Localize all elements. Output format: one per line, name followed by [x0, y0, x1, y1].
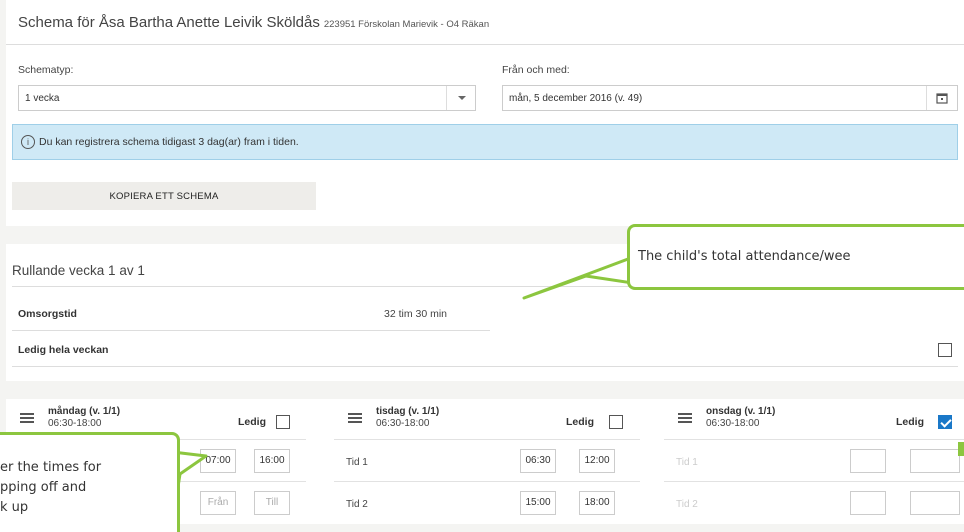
section-divider: [6, 381, 964, 399]
date-input[interactable]: mån, 5 december 2016 (v. 49): [502, 85, 958, 111]
menu-icon: [678, 413, 692, 425]
school-subtitle: 223951 Förskolan Marievik - O4 Räkan: [323, 19, 490, 30]
callout-text: The child's total attendance/wee: [638, 249, 851, 264]
schematyp-select[interactable]: 1 vecka: [18, 85, 476, 111]
tid2-label: Tid 2: [676, 499, 698, 510]
omsorgstid-value: 32 tim 30 min: [384, 308, 448, 320]
tid1-to-input[interactable]: 16:00: [254, 449, 290, 473]
info-text: Du kan registrera schema tidigast 3 dag(…: [39, 136, 299, 148]
tid1-to-input[interactable]: 12:00: [579, 449, 615, 473]
info-banner: i Du kan registrera schema tidigast 3 da…: [12, 124, 958, 160]
tid1-to-input[interactable]: [910, 449, 960, 473]
day-card-tuesday: tisdag (v. 1/1) 06:30-18:00 Ledig Tid 1 …: [334, 399, 640, 524]
day-name: onsdag (v. 1/1): [706, 406, 776, 417]
callout-text: er the times for pping off and k up: [0, 458, 101, 518]
date-value: mån, 5 december 2016 (v. 49): [509, 93, 643, 104]
tid2-from-input[interactable]: [850, 491, 886, 515]
tid2-to-input[interactable]: Till: [254, 491, 290, 515]
tid1-from-input[interactable]: 06:30: [520, 449, 556, 473]
ledig-week-label: Ledig hela veckan: [18, 344, 109, 356]
tid2-label: Tid 2: [346, 499, 368, 510]
ledig-week-checkbox[interactable]: [938, 343, 952, 357]
divider: [664, 481, 964, 482]
ledig-label: Ledig: [896, 416, 924, 428]
rolling-week-title: Rullande vecka 1 av 1: [12, 263, 145, 278]
day-name: måndag (v. 1/1): [48, 406, 121, 417]
fran-och-med-label: Från och med:: [502, 64, 570, 76]
tid1-label: Tid 1: [676, 457, 698, 468]
page-header: Schema för Åsa Bartha Anette Leivik Sköl…: [6, 0, 964, 45]
day-hours: 06:30-18:00: [706, 418, 760, 429]
day-hours: 06:30-18:00: [48, 418, 102, 429]
day-hours: 06:30-18:00: [376, 418, 430, 429]
menu-icon: [20, 413, 34, 425]
day-card-wednesday: onsdag (v. 1/1) 06:30-18:00 Ledig Tid 1 …: [664, 399, 964, 524]
copy-schedule-button[interactable]: KOPIERA ETT SCHEMA: [12, 182, 316, 210]
tid1-from-input[interactable]: [850, 449, 886, 473]
menu-icon: [348, 413, 362, 425]
omsorgstid-label: Omsorgstid: [18, 308, 77, 320]
ledig-checkbox-tuesday[interactable]: [609, 415, 623, 429]
ledig-label: Ledig: [566, 416, 594, 428]
callout-line: k up: [0, 500, 29, 515]
attendance-callout: The child's total attendance/wee: [627, 224, 964, 290]
divider: [334, 439, 640, 440]
tid2-from-input[interactable]: 15:00: [520, 491, 556, 515]
chevron-down-icon[interactable]: [446, 86, 475, 110]
divider: [664, 439, 964, 440]
callout-marker: [958, 442, 964, 456]
schematyp-label: Schematyp:: [18, 64, 74, 76]
schematyp-value: 1 vecka: [25, 93, 60, 104]
ledig-checkbox-wednesday[interactable]: [938, 415, 952, 429]
tid2-to-input[interactable]: 18:00: [579, 491, 615, 515]
times-callout: er the times for pping off and k up: [0, 432, 180, 532]
ledig-label: Ledig: [238, 416, 266, 428]
divider: [12, 366, 958, 367]
child-name-title: Schema för Åsa Bartha Anette Leivik Sköl…: [18, 14, 320, 31]
divider: [12, 330, 490, 331]
day-name: tisdag (v. 1/1): [376, 406, 440, 417]
tid1-label: Tid 1: [346, 457, 368, 468]
callout-line: er the times for: [0, 460, 102, 475]
divider: [334, 481, 640, 482]
calendar-icon[interactable]: [926, 86, 957, 110]
callout-line: pping off and: [0, 480, 87, 495]
ledig-checkbox-monday[interactable]: [276, 415, 290, 429]
page-title: Schema för Åsa Bartha Anette Leivik Sköl…: [18, 14, 489, 31]
info-icon: i: [21, 135, 35, 149]
tid2-to-input[interactable]: [910, 491, 960, 515]
